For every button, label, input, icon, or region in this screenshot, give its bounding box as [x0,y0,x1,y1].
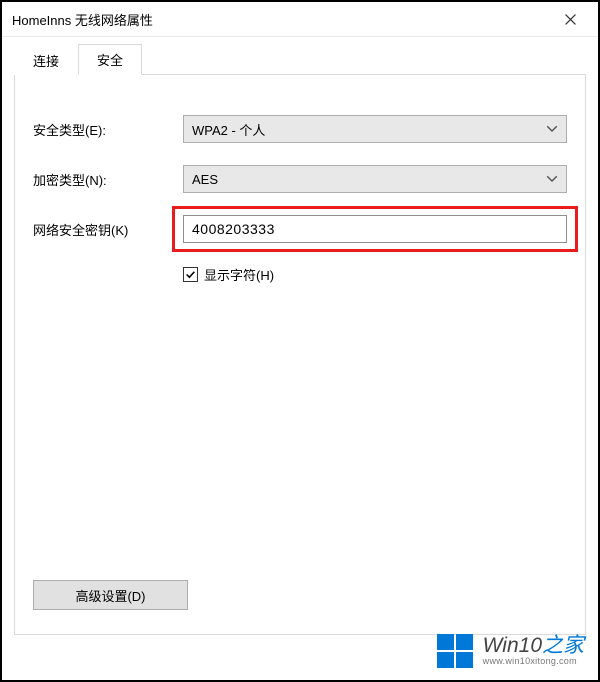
show-chars-label[interactable]: 显示字符(H) [204,265,274,284]
row-show-chars: 显示字符(H) [183,265,567,284]
security-key-input[interactable] [183,215,567,243]
advanced-settings-label: 高级设置(D) [75,586,145,605]
tabs: 连接 安全 [14,47,586,75]
row-encryption-type: 加密类型(N): AES [33,165,567,193]
security-type-select[interactable]: WPA2 - 个人 [183,115,567,143]
show-chars-checkbox[interactable] [183,267,198,282]
close-button[interactable] [550,5,590,33]
tab-security[interactable]: 安全 [78,44,142,75]
chevron-down-icon [546,123,558,135]
checkmark-icon [185,269,196,280]
close-icon [565,14,576,25]
tab-label: 连接 [33,54,59,69]
highlight-box [172,206,578,252]
watermark-brand: Win10之家 [483,635,584,656]
watermark-text: Win10之家 www.win10xitong.com [483,635,584,666]
tabpanel-security: 安全类型(E): WPA2 - 个人 加密类型(N): [14,75,586,635]
titlebar: HomeInns 无线网络属性 [2,2,598,37]
chevron-down-icon [546,173,558,185]
tab-connect[interactable]: 连接 [14,45,78,75]
encryption-type-label: 加密类型(N): [33,170,183,189]
security-key-label: 网络安全密钥(K) [33,220,183,239]
security-type-value: WPA2 - 个人 [192,120,546,139]
advanced-settings-button[interactable]: 高级设置(D) [33,580,188,610]
watermark: Win10之家 www.win10xitong.com [435,630,584,670]
tab-label: 安全 [97,53,123,68]
encryption-type-value: AES [192,172,546,187]
row-security-key: 网络安全密钥(K) [33,215,567,243]
window-title: HomeInns 无线网络属性 [12,10,550,29]
windows-logo-icon [435,630,475,670]
security-type-label: 安全类型(E): [33,120,183,139]
watermark-url: www.win10xitong.com [483,656,584,666]
client-area: 连接 安全 安全类型(E): WPA2 - 个人 [2,37,598,680]
wifi-properties-dialog: HomeInns 无线网络属性 连接 安全 安全类型(E): [2,2,598,680]
encryption-type-select[interactable]: AES [183,165,567,193]
row-security-type: 安全类型(E): WPA2 - 个人 [33,115,567,143]
